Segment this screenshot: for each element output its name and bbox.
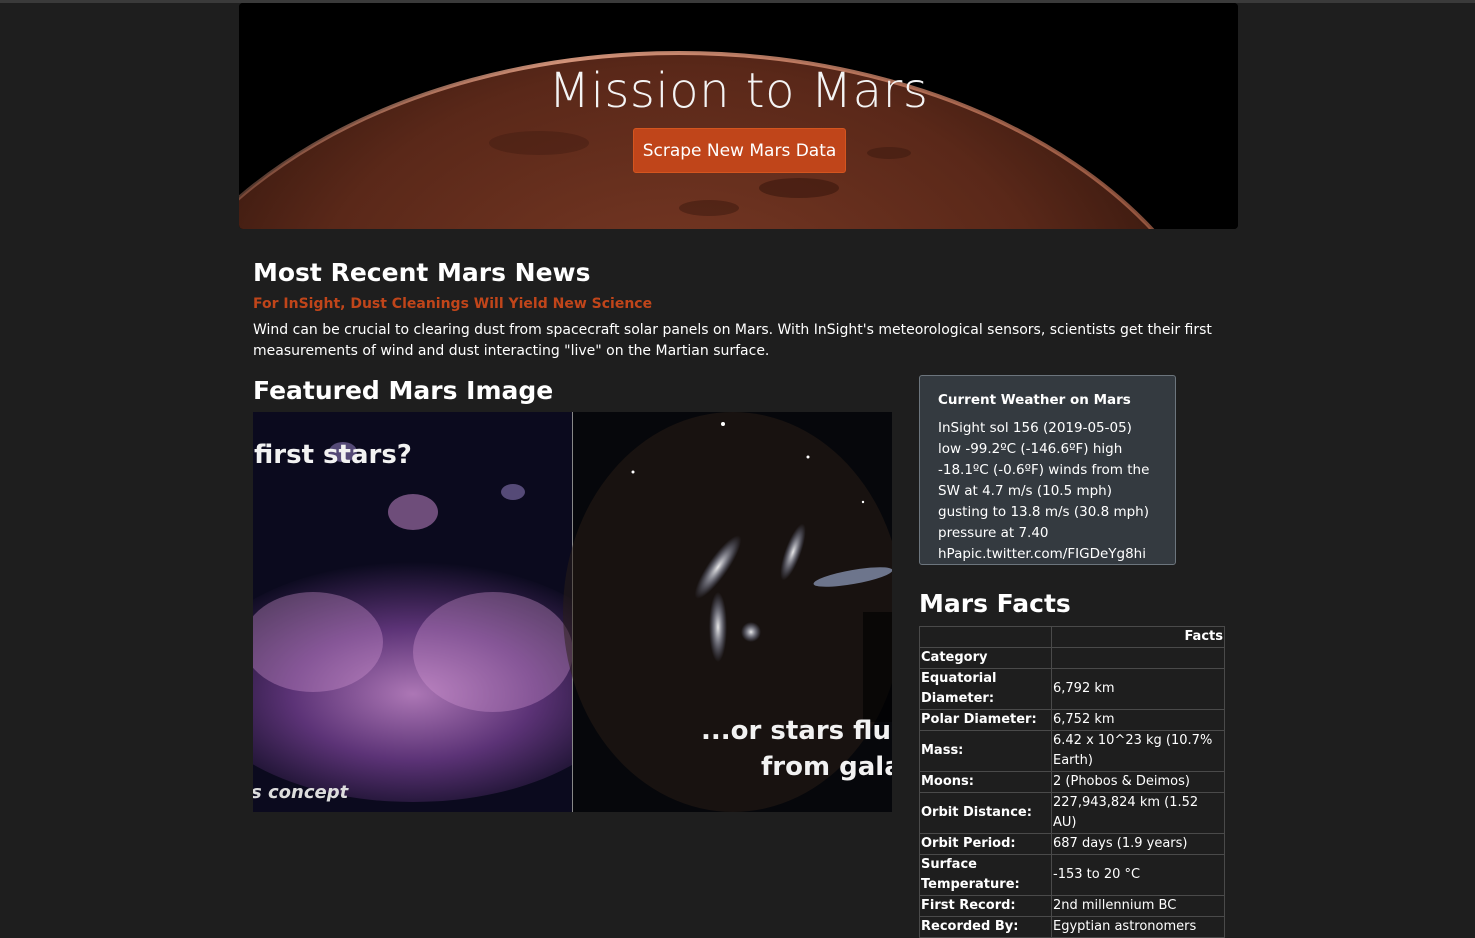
facts-index-header: Category [919,647,1052,669]
news-paragraph: Wind can be crucial to clearing dust fro… [253,322,1212,359]
fact-value: 6,792 km [1051,668,1225,710]
facts-table: Facts Category Equatorial Diameter: 6,792… [919,626,1225,938]
table-row: Polar Diameter: 6,752 km [919,709,1225,731]
featured-image-heading: Featured Mars Image [253,376,554,405]
table-row: Orbit Distance: 227,943,824 km (1.52 AU) [919,792,1225,834]
news-title-link[interactable]: For InSight, Dust Cleanings Will Yield N… [253,296,652,312]
table-row: Equatorial Diameter: 6,792 km [919,668,1225,710]
fact-value: 2nd millennium BC [1051,895,1225,917]
caption-left-top: first stars? [254,440,412,470]
news-heading: Most Recent Mars News [253,258,591,287]
facts-header-row: Facts [919,626,1225,648]
weather-text: InSight sol 156 (2019-05-05) low -99.2ºC… [938,420,1150,562]
facts-body: Equatorial Diameter: 6,792 km Polar Diamet… [919,668,1225,938]
page-title: Mission to Mars [548,63,929,119]
fact-label: First Record: [919,895,1052,917]
weather-card: Current Weather on Mars InSight sol 156 … [919,375,1176,565]
fact-label: Orbit Period: [919,833,1052,855]
facts-heading: Mars Facts [919,589,1071,618]
table-row: Orbit Period: 687 days (1.9 years) [919,833,1225,855]
fact-value: 6.42 x 10^23 kg (10.7% Earth) [1051,730,1225,772]
weather-title: Current Weather on Mars [938,392,1131,408]
fact-label: Equatorial Diameter: [919,668,1052,710]
caption-right-1: ...or stars flung [701,716,892,746]
table-row: Surface Temperature: -153 to 20 °C [919,854,1225,896]
facts-corner-cell [919,626,1052,648]
fact-value: 687 days (1.9 years) [1051,833,1225,855]
featured-image[interactable]: first stars? s concept ...or stars flung… [253,412,892,812]
scrape-button[interactable]: Scrape New Mars Data [633,128,846,173]
fact-label: Orbit Distance: [919,792,1052,834]
facts-column-header: Facts [1051,626,1225,648]
fact-value: 6,752 km [1051,709,1225,731]
facts-index-empty [1051,647,1225,669]
fact-label: Surface Temperature: [919,854,1052,896]
fact-value: Egyptian astronomers [1051,916,1225,938]
facts-index-row: Category [919,647,1225,669]
table-row: Moons: 2 (Phobos & Deimos) [919,771,1225,793]
fact-label: Moons: [919,771,1052,793]
caption-left-bottom: s concept [253,782,349,803]
caption-right-2: from galax [761,752,892,782]
table-row: First Record: 2nd millennium BC [919,895,1225,917]
fact-label: Polar Diameter: [919,709,1052,731]
fact-value: 2 (Phobos & Deimos) [1051,771,1225,793]
fact-label: Recorded By: [919,916,1052,938]
table-row: Mass: 6.42 x 10^23 kg (10.7% Earth) [919,730,1225,772]
hero-banner: Mission to Mars Scrape New Mars Data [239,3,1238,229]
fact-value: -153 to 20 °C [1051,854,1225,896]
table-row: Recorded By: Egyptian astronomers [919,916,1225,938]
fact-value: 227,943,824 km (1.52 AU) [1051,792,1225,834]
fact-label: Mass: [919,730,1052,772]
